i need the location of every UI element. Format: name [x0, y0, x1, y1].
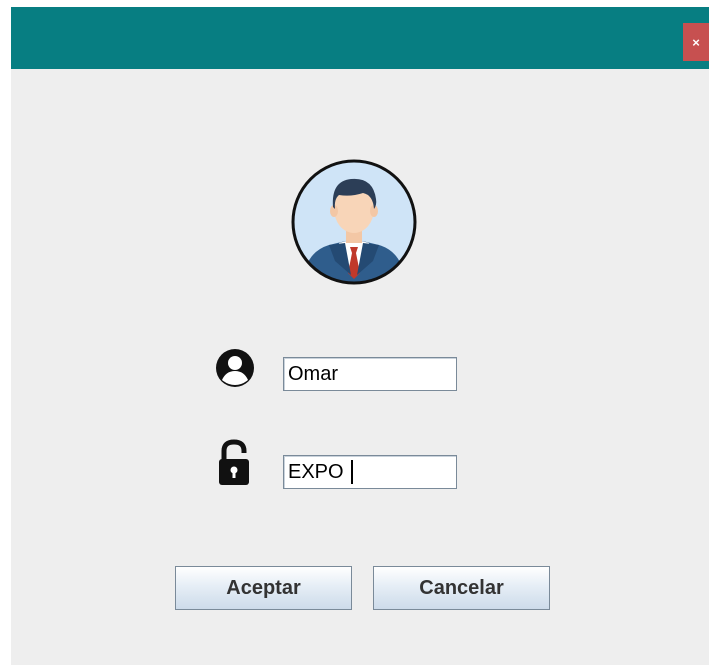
title-bar[interactable]: × [11, 7, 709, 69]
password-input[interactable] [283, 455, 457, 489]
cancel-button-label: Cancelar [419, 576, 504, 599]
cancel-button[interactable]: Cancelar [373, 566, 550, 610]
accept-button[interactable]: Aceptar [175, 566, 352, 610]
username-input[interactable] [283, 357, 457, 391]
accept-button-label: Aceptar [226, 576, 301, 599]
padlock-icon [219, 439, 249, 485]
login-dialog: × Omar EXPO Aceptar Cancelar [11, 7, 709, 665]
businessman-avatar-icon [291, 159, 417, 285]
close-button[interactable]: × [683, 23, 709, 61]
close-icon: × [692, 34, 700, 50]
user-circle-icon [216, 349, 254, 387]
text-caret [351, 460, 353, 484]
